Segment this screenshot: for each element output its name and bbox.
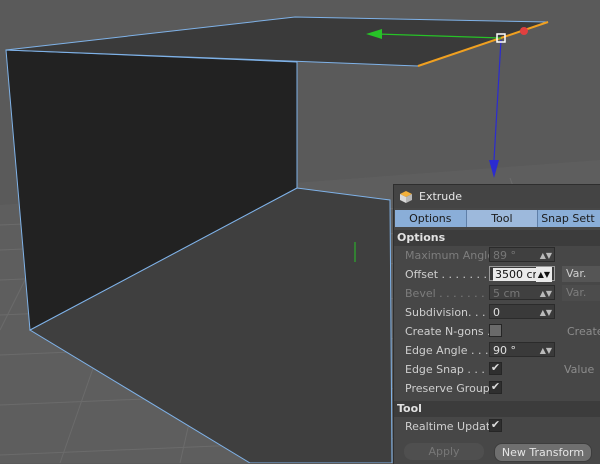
edge-snap-label: Edge Snap . . . .	[405, 363, 492, 376]
create-ngons-label: Create N-gons .	[405, 325, 491, 338]
row-subdivision: Subdivision. . . . 0 ▲▼	[394, 303, 600, 322]
bevel-label: Bevel . . . . . . . .	[405, 287, 492, 300]
row-bevel: Bevel . . . . . . . . 5 cm ▲▼ Var.	[394, 284, 600, 303]
offset-field[interactable]: 3500 cm ▲▼	[489, 266, 555, 282]
bevel-value: 5 cm	[493, 287, 521, 300]
bevel-field[interactable]: 5 cm ▲▼	[489, 285, 555, 300]
create-ngons-checkbox[interactable]	[489, 324, 502, 337]
panel-tabs: Options Tool Snap Sett	[395, 210, 600, 227]
realtime-update-label: Realtime Update	[405, 420, 497, 433]
row-edge-snap: Edge Snap . . . . ✔ Value	[394, 360, 600, 379]
edge-angle-value: 90 °	[493, 344, 516, 357]
panel-title: Extrude	[419, 190, 463, 203]
bevel-var-button[interactable]: Var.	[562, 285, 600, 301]
spinner-icon[interactable]: ▲▼	[540, 343, 552, 358]
tab-options[interactable]: Options	[395, 210, 467, 227]
realtime-update-checkbox[interactable]: ✔	[489, 419, 502, 432]
extrude-attribute-panel: Extrude Options Tool Snap Sett Options M…	[393, 184, 600, 464]
apply-button[interactable]: Apply	[404, 443, 484, 460]
options-section-header: Options	[394, 230, 600, 246]
row-realtime-update: Realtime Update ✔	[394, 417, 600, 436]
cube-icon	[400, 190, 412, 203]
preserve-groups-label: Preserve Groups	[405, 382, 496, 395]
tab-tool[interactable]: Tool	[466, 210, 539, 227]
row-preserve-groups: Preserve Groups ✔	[394, 379, 600, 398]
row-edge-angle: Edge Angle . . . 90 ° ▲▼	[394, 341, 600, 360]
spinner-icon[interactable]: ▲▼	[535, 267, 552, 282]
maximum-angle-field[interactable]: 89 ° ▲▼	[489, 247, 555, 262]
value-side-label: Value	[564, 363, 595, 376]
create-side-label: Create	[567, 325, 600, 338]
offset-var-button[interactable]: Var.	[562, 266, 600, 282]
spinner-icon[interactable]: ▲▼	[540, 248, 552, 263]
edge-angle-label: Edge Angle . . .	[405, 344, 489, 357]
offset-label: Offset . . . . . . . .	[405, 268, 494, 281]
edge-snap-checkbox[interactable]: ✔	[489, 362, 502, 375]
subdivision-label: Subdivision. . . .	[405, 306, 493, 319]
preserve-groups-checkbox[interactable]: ✔	[489, 381, 502, 394]
spinner-icon[interactable]: ▲▼	[540, 286, 552, 301]
row-offset: Offset . . . . . . . . 3500 cm ▲▼ Var.	[394, 265, 600, 284]
edge-angle-field[interactable]: 90 ° ▲▼	[489, 342, 555, 357]
row-create-ngons: Create N-gons . Create	[394, 322, 600, 341]
panel-titlebar: Extrude	[394, 185, 600, 208]
tab-snap-settings[interactable]: Snap Sett	[538, 210, 600, 227]
z-axis-handle[interactable]	[493, 39, 502, 161]
new-transform-button[interactable]: New Transform	[494, 443, 592, 462]
spinner-icon[interactable]: ▲▼	[540, 305, 552, 320]
maximum-angle-value: 89 °	[493, 249, 516, 262]
tool-section-header: Tool	[394, 401, 600, 417]
subdivision-value: 0	[493, 306, 500, 319]
row-maximum-angle: Maximum Angle 89 ° ▲▼	[394, 246, 600, 265]
subdivision-field[interactable]: 0 ▲▼	[489, 304, 555, 319]
y-axis-handle[interactable]	[520, 27, 528, 35]
maximum-angle-label: Maximum Angle	[405, 249, 494, 262]
